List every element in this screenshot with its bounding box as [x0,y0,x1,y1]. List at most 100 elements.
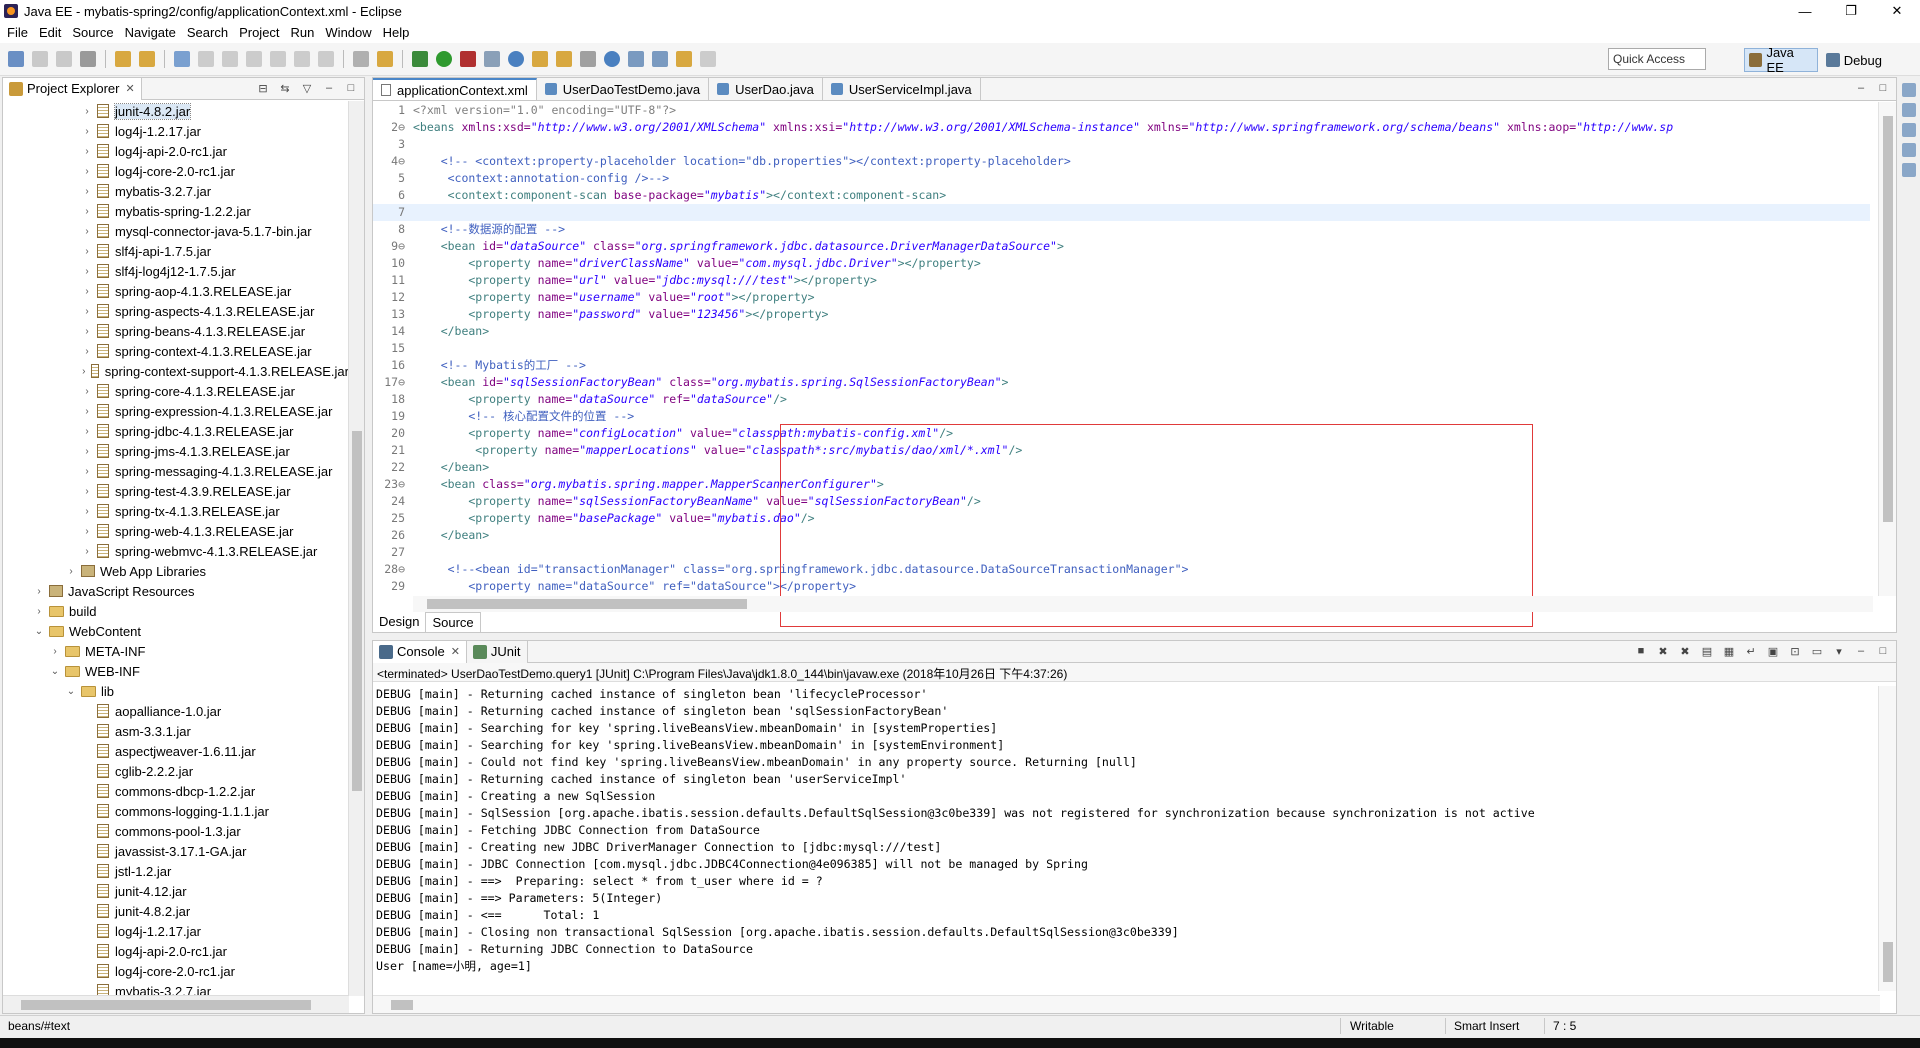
markers-icon[interactable] [1902,123,1916,137]
open-type-icon[interactable] [115,51,131,67]
tree-item[interactable]: › slf4j-api-1.7.5.jar [3,241,349,261]
code-line[interactable]: 7 [373,204,1870,221]
tree-item[interactable]: › spring-aop-4.1.3.RELEASE.jar [3,281,349,301]
step-over-icon[interactable] [294,51,310,67]
tree-item[interactable]: › spring-messaging-4.1.3.RELEASE.jar [3,461,349,481]
menu-help[interactable]: Help [383,25,410,40]
scrollbar-thumb[interactable] [427,599,747,609]
console-output[interactable]: DEBUG [main] - Returning cached instance… [376,686,1876,991]
expand-arrow-icon[interactable]: › [63,566,79,577]
project-tree[interactable]: › junit-4.8.2.jar › log4j-1.2.17.jar › log4j-… [3,101,349,996]
tree-item[interactable]: › Web App Libraries [3,561,349,581]
maximize-view-icon[interactable]: □ [1876,645,1890,659]
code-line[interactable]: 5 <context:annotation-config />--> [373,170,1870,187]
show-on-output-icon[interactable]: ▣ [1766,645,1780,659]
maximize-button[interactable]: ❐ [1828,0,1874,22]
tree-item[interactable]: junit-4.8.2.jar [3,901,349,921]
tree-item[interactable]: ⌄ WebContent [3,621,349,641]
expand-arrow-icon[interactable]: › [79,486,95,497]
menu-file[interactable]: File [7,25,28,40]
minimize-editor-icon[interactable]: – [1854,82,1868,96]
tree-item[interactable]: asm-3.3.1.jar [3,721,349,741]
editor-tab-userdao[interactable]: UserDao.java [709,78,823,100]
pin-console-icon[interactable]: ⊡ [1788,645,1802,659]
search-icon[interactable] [580,51,596,67]
minimize-view-icon[interactable]: – [1854,645,1868,659]
console-vertical-scrollbar[interactable] [1878,686,1896,991]
print-icon[interactable] [80,51,96,67]
explorer-horizontal-scrollbar[interactable] [3,995,349,1013]
expand-arrow-icon[interactable]: › [79,386,95,397]
display-console-icon[interactable]: ▭ [1810,645,1824,659]
code-line[interactable]: 19 <!-- 核心配置文件的位置 --> [373,408,1870,425]
code-line[interactable]: 17⊖ <bean id="sqlSessionFactoryBean" cla… [373,374,1870,391]
debug-icon[interactable] [412,51,428,67]
tree-item[interactable]: commons-logging-1.1.1.jar [3,801,349,821]
tree-item[interactable]: › spring-tx-4.1.3.RELEASE.jar [3,501,349,521]
save-all-icon[interactable] [56,51,72,67]
back-icon[interactable] [676,51,692,67]
project-explorer-tab[interactable]: Project Explorer ✕ [3,77,142,100]
expand-arrow-icon[interactable]: › [79,326,95,337]
expand-arrow-icon[interactable]: › [79,346,95,357]
expand-arrow-icon[interactable]: › [79,506,95,517]
tree-item[interactable]: commons-dbcp-1.2.2.jar [3,781,349,801]
close-tab-icon[interactable]: ✕ [451,645,460,658]
close-window-button[interactable]: ✕ [1874,0,1920,22]
scrollbar-thumb[interactable] [21,1000,311,1010]
collapse-arrow-icon[interactable]: ⌄ [47,666,63,677]
collapse-all-icon[interactable]: ⊟ [256,82,270,96]
tree-item[interactable]: › log4j-api-2.0-rc1.jar [3,141,349,161]
collapse-arrow-icon[interactable]: ⌄ [31,626,47,637]
expand-arrow-icon[interactable]: › [79,546,95,557]
new-package-icon[interactable] [532,51,548,67]
tree-item[interactable]: › log4j-1.2.17.jar [3,121,349,141]
tree-item[interactable]: log4j-api-2.0-rc1.jar [3,941,349,961]
junit-tab[interactable]: JUnit [466,640,528,663]
expand-arrow-icon[interactable]: › [79,266,95,277]
save-icon[interactable] [32,51,48,67]
menu-navigate[interactable]: Navigate [125,25,176,40]
skip-breakpoints-icon[interactable] [174,51,190,67]
expand-arrow-icon[interactable]: › [79,446,95,457]
expand-arrow-icon[interactable]: › [79,126,95,137]
tab-design[interactable]: Design [373,612,427,632]
word-wrap-icon[interactable]: ↵ [1744,645,1758,659]
format-icon[interactable] [377,51,393,67]
menu-search[interactable]: Search [187,25,228,40]
explorer-vertical-scrollbar[interactable] [348,101,364,996]
expand-arrow-icon[interactable]: › [79,146,95,157]
expand-arrow-icon[interactable]: › [79,186,95,197]
remove-all-icon[interactable]: ✖ [1678,645,1692,659]
tree-item[interactable]: › slf4j-log4j12-1.7.5.jar [3,261,349,281]
tree-item[interactable]: › JavaScript Resources [3,581,349,601]
scroll-lock-icon[interactable]: ▦ [1722,645,1736,659]
code-line[interactable]: 12 <property name="username" value="root… [373,289,1870,306]
menu-source[interactable]: Source [72,25,113,40]
code-line[interactable]: 11 <property name="url" value="jdbc:mysq… [373,272,1870,289]
menu-run[interactable]: Run [291,25,315,40]
code-line[interactable]: 4⊖ <!-- <context:property-placeholder lo… [373,153,1870,170]
code-line[interactable]: 3 [373,136,1870,153]
perspective-javaee-button[interactable]: Java EE [1744,45,1818,75]
code-line[interactable]: 8 <!--数据源的配置 --> [373,221,1870,238]
expand-arrow-icon[interactable]: › [79,166,95,177]
maximize-view-icon[interactable]: □ [344,82,358,96]
console-horizontal-scrollbar[interactable] [373,995,1880,1013]
minimize-button[interactable]: — [1782,0,1828,22]
expand-arrow-icon[interactable]: › [79,406,95,417]
editor-tab-userdaotestdemo[interactable]: UserDaoTestDemo.java [537,78,710,100]
maximize-editor-icon[interactable]: □ [1876,82,1890,96]
step-return-icon[interactable] [318,51,334,67]
quick-access-input[interactable]: Quick Access [1608,48,1706,70]
tree-item[interactable]: ⌄ WEB-INF [3,661,349,681]
link-with-editor-icon[interactable]: ⇆ [278,82,292,96]
properties-icon[interactable] [1902,163,1916,177]
next-annotation-icon[interactable] [628,51,644,67]
tree-item[interactable]: › spring-beans-4.1.3.RELEASE.jar [3,321,349,341]
suspend-icon[interactable] [222,51,238,67]
remove-launch-icon[interactable]: ✖ [1656,645,1670,659]
editor-vertical-scrollbar[interactable] [1878,102,1896,596]
scrollbar-thumb[interactable] [352,431,362,791]
step-into-icon[interactable] [270,51,286,67]
